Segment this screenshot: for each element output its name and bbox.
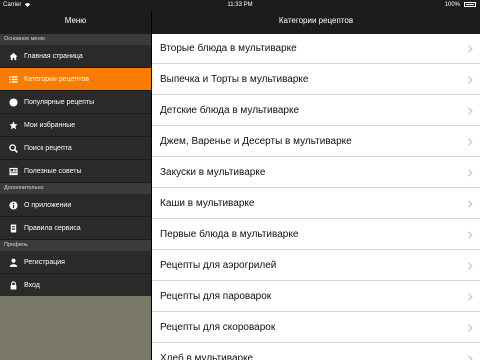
chevron-right-icon [468,138,473,146]
newspaper-icon [9,167,18,176]
category-label: Вторые блюда в мультиварке [160,43,297,54]
circle-icon [9,98,18,107]
sidebar-item-terms[interactable]: Правила сервиса [0,217,151,240]
sidebar: Меню Основное меню Главная страница Кате… [0,10,151,360]
chevron-right-icon [468,293,473,301]
sidebar-item-label: Вход [24,282,40,289]
category-row[interactable]: Рецепты для скороварок [152,313,480,343]
section-title-extra: Дополнительно [0,183,151,194]
category-label: Рецепты для скороварок [160,322,276,333]
home-icon [9,52,18,61]
sidebar-item-favorites[interactable]: Мои избранные [0,114,151,137]
chevron-right-icon [468,45,473,53]
category-row[interactable]: Первые блюда в мультиварке [152,220,480,250]
star-icon [9,121,18,130]
chevron-right-icon [468,76,473,84]
list-icon [9,76,18,83]
category-label: Рецепты для пароварок [160,291,272,302]
sidebar-item-search[interactable]: Поиск рецепта [0,137,151,160]
chevron-right-icon [468,231,473,239]
chevron-right-icon [468,107,473,115]
chevron-right-icon [468,169,473,177]
sidebar-item-home[interactable]: Главная страница [0,45,151,68]
sidebar-title: Меню [0,10,151,34]
clock: 11:33 PM [227,2,253,8]
sidebar-item-label: Главная страница [24,53,83,60]
category-label: Каши в мультиварке [160,198,255,209]
sidebar-item-label: Популярные рецепты [24,99,95,106]
category-label: Рецепты для аэрогрилей [160,260,277,271]
document-icon [10,224,17,233]
sidebar-item-label: Категории рецептов [24,76,89,83]
category-label: Первые блюда в мультиварке [160,229,299,240]
category-row[interactable]: Джем, Варенье и Десерты в мультиварке [152,127,480,157]
status-bar: Carrier 11:33 PM 100% [0,0,480,10]
battery-icon [464,2,476,7]
category-row[interactable]: Рецепты для пароварок [152,282,480,312]
sidebar-item-label: Регистрация [24,259,65,266]
category-row[interactable]: Детские блюда в мультиварке [152,96,480,126]
sidebar-item-recipe-categories[interactable]: Категории рецептов [0,68,151,91]
category-row[interactable]: Каши в мультиварке [152,189,480,219]
sidebar-item-about[interactable]: О приложении [0,194,151,217]
chevron-right-icon [468,355,473,360]
category-label: Выпечка и Торты в мультиварке [160,74,309,85]
lock-icon [10,281,17,290]
section-title-profile: Профиль [0,240,151,251]
sidebar-item-label: О приложении [24,202,72,209]
section-title-main: Основное меню [0,34,151,45]
sidebar-item-label: Мои избранные [24,122,76,129]
sidebar-item-login[interactable]: Вход [0,274,151,297]
search-icon [9,144,18,153]
main-title: Категории рецептов [152,10,480,34]
chevron-right-icon [468,262,473,270]
category-label: Детские блюда в мультиварке [160,105,299,116]
sidebar-item-register[interactable]: Регистрация [0,251,151,274]
category-row[interactable]: Выпечка и Торты в мультиварке [152,65,480,95]
user-icon [9,258,18,267]
category-row[interactable]: Рецепты для аэрогрилей [152,251,480,281]
category-row[interactable]: Закуски в мультиварке [152,158,480,188]
category-row[interactable]: Хлеб в мультиварке [152,344,480,360]
sidebar-item-label: Поиск рецепта [24,145,72,152]
chevron-right-icon [468,324,473,332]
main-pane: Категории рецептов Вторые блюда в мульти… [152,10,480,360]
sidebar-item-label: Правила сервиса [24,225,81,232]
category-label: Джем, Варенье и Десерты в мультиварке [160,136,352,147]
category-label: Хлеб в мультиварке [160,353,254,360]
chevron-right-icon [468,200,473,208]
battery-percent: 100% [444,2,460,8]
sidebar-item-label: Полезные советы [24,168,82,175]
sidebar-item-tips[interactable]: Полезные советы [0,160,151,183]
info-icon [9,201,18,210]
category-label: Закуски в мультиварке [160,167,266,178]
sidebar-background-image [0,296,151,360]
sidebar-item-popular[interactable]: Популярные рецепты [0,91,151,114]
category-row[interactable]: Вторые блюда в мультиварке [152,34,480,64]
